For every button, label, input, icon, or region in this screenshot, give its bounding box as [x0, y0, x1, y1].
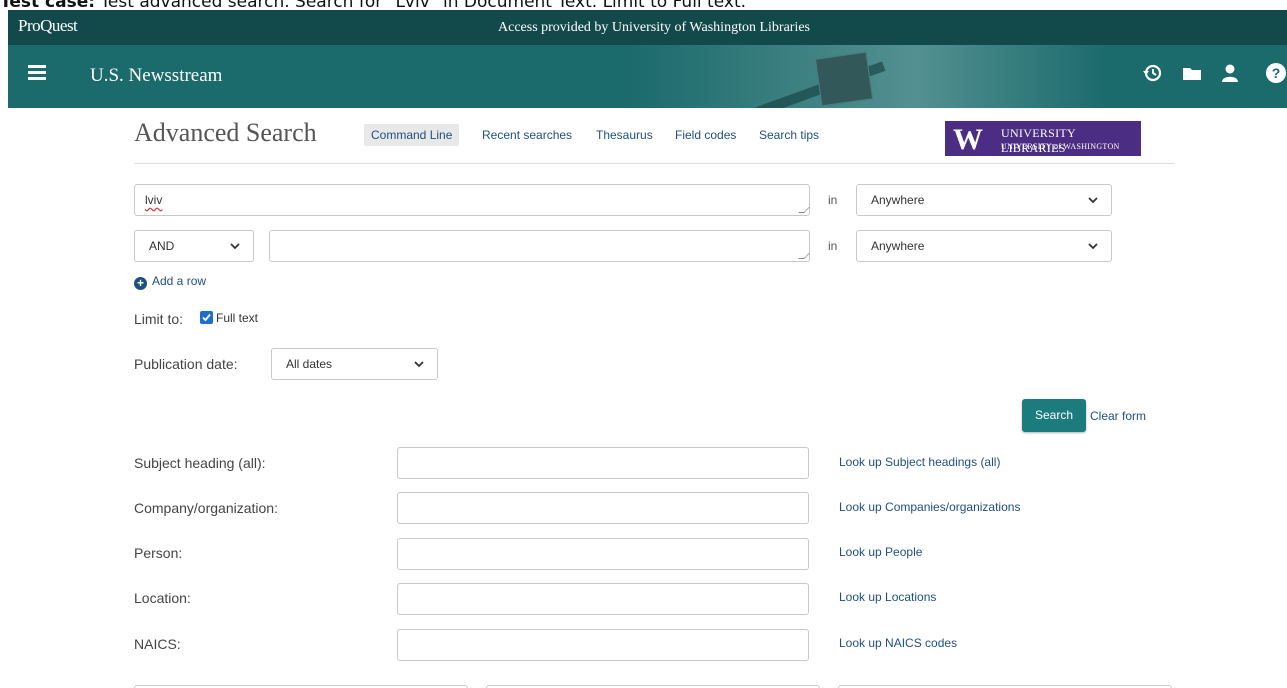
- svg-text:?: ?: [1272, 65, 1281, 81]
- chevron-down-icon: [1088, 243, 1098, 250]
- user-icon[interactable]: [1219, 62, 1243, 86]
- plus-circle-icon: +: [134, 277, 147, 290]
- product-nav-bar: U.S. Newsstream ?: [8, 45, 1287, 108]
- location-input[interactable]: [397, 583, 809, 615]
- uw-logo-line1: UNIVERSITY LIBRARIES: [1001, 126, 1076, 155]
- resize-grip-icon[interactable]: [798, 253, 810, 259]
- in-label-2: in: [828, 239, 838, 253]
- tab-search-tips[interactable]: Search tips: [759, 128, 819, 142]
- boolean-operator-select[interactable]: AND: [134, 230, 254, 262]
- header-divider: [134, 163, 1174, 164]
- field-select-2[interactable]: Anywhere: [856, 230, 1112, 262]
- limit-to-label: Limit to:: [134, 311, 184, 327]
- test-case-caption: Test case: Test advanced search. Search …: [0, 0, 1287, 10]
- clear-form-link[interactable]: Clear form: [1090, 409, 1146, 423]
- resize-grip-icon[interactable]: [798, 207, 810, 213]
- hamburger-menu-icon[interactable]: [28, 65, 46, 81]
- uw-logo-line2: UNIVERSITY of WASHINGTON: [1001, 142, 1120, 151]
- search-term-input-1[interactable]: lviv: [134, 184, 810, 216]
- caption-prefix: Test case:: [0, 0, 96, 10]
- publication-date-select[interactable]: All dates: [271, 348, 438, 380]
- field-select-1[interactable]: Anywhere: [856, 184, 1112, 216]
- history-icon[interactable]: [1141, 62, 1165, 86]
- product-name[interactable]: U.S. Newsstream: [90, 65, 222, 87]
- access-notice: Access provided by University of Washing…: [498, 20, 810, 35]
- folder-icon[interactable]: [1181, 62, 1205, 86]
- search-term-input-2[interactable]: [269, 230, 810, 262]
- add-row-label: Add a row: [152, 274, 207, 288]
- location-label: Location:: [134, 590, 191, 606]
- tab-command-line[interactable]: Command Line: [364, 124, 460, 146]
- person-label: Person:: [134, 545, 183, 561]
- operator-value: AND: [149, 239, 175, 253]
- company-organization-label: Company/organization:: [134, 500, 278, 516]
- chevron-down-icon: [414, 361, 424, 368]
- publication-date-label: Publication date:: [134, 356, 238, 372]
- help-icon[interactable]: ?: [1265, 62, 1287, 86]
- person-input[interactable]: [397, 538, 809, 570]
- naics-input[interactable]: [397, 629, 809, 661]
- chevron-down-icon: [1088, 197, 1098, 204]
- banner-artwork: [628, 45, 1108, 108]
- tab-recent-searches[interactable]: Recent searches: [482, 128, 572, 142]
- full-text-checkbox[interactable]: [200, 311, 213, 324]
- subject-heading-input[interactable]: [397, 447, 809, 479]
- in-label-1: in: [828, 193, 838, 207]
- field-select-value-1: Anywhere: [871, 193, 925, 207]
- banner-photo: [814, 51, 874, 107]
- company-organization-input[interactable]: [397, 492, 809, 524]
- lookup-subject-headings-link[interactable]: Look up Subject headings (all): [839, 455, 1000, 469]
- lookup-people-link[interactable]: Look up People: [839, 545, 922, 559]
- tab-field-codes[interactable]: Field codes: [675, 128, 736, 142]
- lookup-companies-link[interactable]: Look up Companies/organizations: [839, 500, 1020, 514]
- field-select-value-2: Anywhere: [871, 239, 925, 253]
- subject-heading-label: Subject heading (all):: [134, 455, 266, 471]
- lookup-naics-link[interactable]: Look up NAICS codes: [839, 636, 957, 650]
- publication-date-value: All dates: [286, 357, 333, 371]
- search-button[interactable]: Search: [1022, 399, 1086, 432]
- checkmark-icon: [202, 313, 211, 322]
- uw-libraries-logo[interactable]: W UNIVERSITY LIBRARIES UNIVERSITY of WAS…: [945, 121, 1141, 156]
- naics-label: NAICS:: [134, 636, 181, 652]
- top-bar: ProQuest Access provided by University o…: [8, 10, 1287, 45]
- chevron-down-icon: [230, 243, 240, 250]
- page-title: Advanced Search: [134, 118, 317, 147]
- lookup-locations-link[interactable]: Look up Locations: [839, 590, 936, 604]
- uw-logo-letter: W: [953, 123, 983, 156]
- add-row-link[interactable]: + Add a row: [134, 274, 206, 290]
- proquest-logo[interactable]: ProQuest: [18, 16, 78, 36]
- search-term-value-1: lviv: [145, 193, 163, 207]
- caption-text: Test advanced search. Search for "Lviv" …: [95, 0, 747, 10]
- tab-thesaurus[interactable]: Thesaurus: [596, 128, 653, 142]
- full-text-label[interactable]: Full text: [216, 311, 258, 325]
